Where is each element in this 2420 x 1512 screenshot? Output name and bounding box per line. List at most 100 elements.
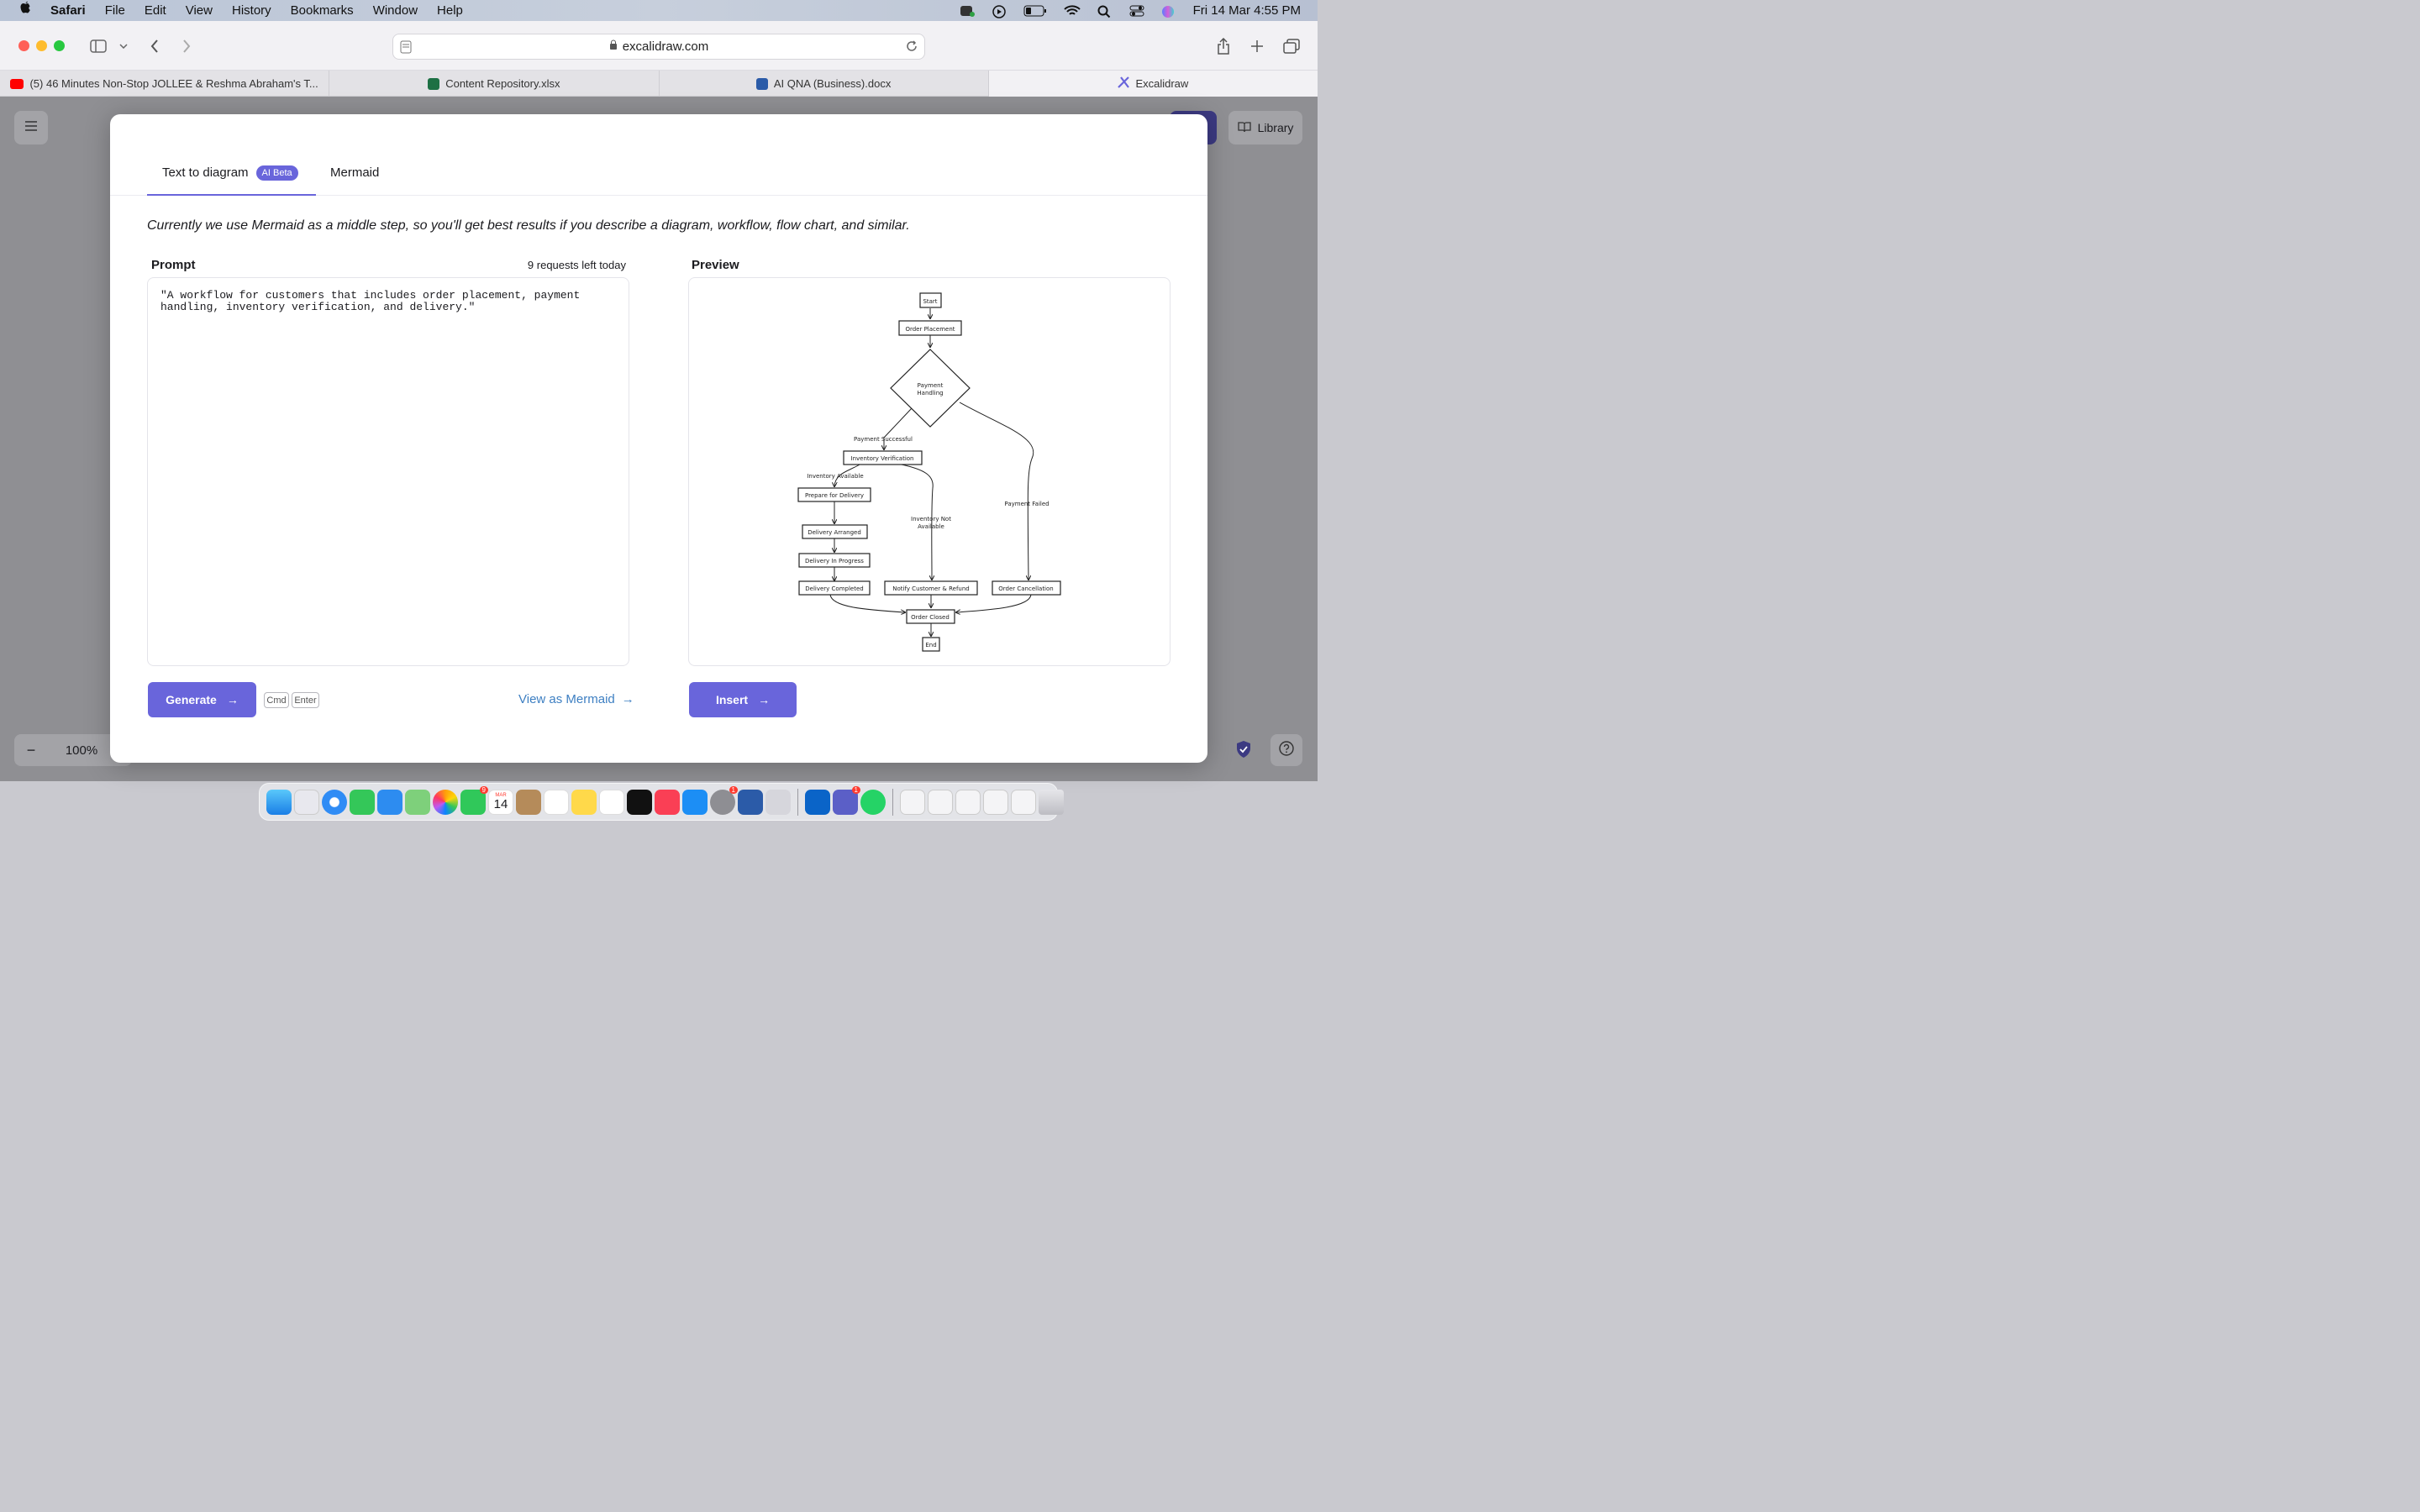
label-order-cancellation: Order Cancellation [998,585,1053,592]
tab-content-repository[interactable]: Content Repository.xlsx [329,71,660,97]
finder-icon[interactable] [266,789,292,815]
edge-cancel-closed [956,594,1032,612]
label-order-closed: Order Closed [911,614,950,621]
view-as-mermaid-label: View as Mermaid [518,692,615,706]
view-as-mermaid-link[interactable]: View as Mermaid → [518,692,634,706]
zoom-window-button[interactable] [54,40,65,51]
excalidraw-icon [1118,76,1130,91]
chevron-down-icon[interactable] [118,35,129,57]
dock-separator [797,788,798,816]
trash-icon[interactable] [1039,789,1064,815]
control-center-icon[interactable] [1129,5,1144,17]
apple-tv-icon[interactable] [627,789,652,815]
teams-icon[interactable]: 1 [833,785,860,815]
iphone-mirroring-icon[interactable] [765,789,791,815]
maps-icon[interactable] [405,789,430,815]
music-icon[interactable] [655,789,680,815]
minimize-window-button[interactable] [36,40,47,51]
app-store-icon[interactable] [682,789,708,815]
facetime-icon[interactable]: 9 [460,785,488,815]
page-menu-icon[interactable] [400,40,412,57]
prompt-input[interactable]: "A workflow for customers that includes … [147,277,629,666]
reload-icon[interactable] [906,40,918,55]
dock-separator [892,788,893,816]
recent-document-icon[interactable] [983,789,1008,815]
menu-app-name[interactable]: Safari [50,3,86,18]
mail-icon[interactable] [377,789,402,815]
reminders-icon[interactable] [544,789,569,815]
tab-label: (5) 46 Minutes Non-Stop JOLLEE & Reshma … [29,77,318,90]
photos-icon[interactable] [433,789,458,815]
main-menu-button[interactable] [14,111,48,144]
back-icon[interactable] [148,35,161,57]
menu-edit[interactable]: Edit [145,3,166,18]
menu-view[interactable]: View [186,3,213,18]
url-text[interactable]: excalidraw.com [623,39,709,54]
menu-window[interactable]: Window [373,3,418,18]
recent-document-icon[interactable] [928,789,953,815]
label-delivery-completed: Delivery Completed [805,585,863,592]
close-window-button[interactable] [18,40,29,51]
menubar-clock[interactable]: Fri 14 Mar 4:55 PM [1193,3,1301,18]
siri-icon[interactable] [1161,5,1176,18]
menu-file[interactable]: File [105,3,125,18]
generate-button[interactable]: Generate → [148,682,256,717]
calendar-day: 14 [493,797,508,811]
label-inventory-verification: Inventory Verification [851,455,914,462]
outlook-icon[interactable] [805,789,830,815]
tab-overview-icon[interactable] [1282,35,1301,57]
notes-icon[interactable] [571,789,597,815]
tab-bar: (5) 46 Minutes Non-Stop JOLLEE & Reshma … [0,71,1318,97]
word-icon [755,77,768,90]
recent-document-icon[interactable] [955,789,981,815]
tab-mermaid[interactable]: Mermaid [330,165,379,180]
spotlight-search-icon[interactable] [1097,5,1113,18]
teams-badge: 1 [851,785,860,794]
label-prepare-for-delivery: Prepare for Delivery [805,492,864,499]
contacts-icon[interactable] [516,789,541,815]
recent-document-icon[interactable] [900,789,925,815]
tab-ai-qna[interactable]: AI QNA (Business).docx [660,71,989,97]
forward-icon[interactable] [180,35,193,57]
whatsapp-icon[interactable] [860,789,886,815]
excel-icon [428,77,440,90]
sidebar-toggle-icon[interactable] [89,35,108,57]
wifi-icon[interactable] [1063,4,1081,17]
tab-youtube[interactable]: (5) 46 Minutes Non-Stop JOLLEE & Reshma … [0,71,330,97]
zoom-out-button[interactable]: − [14,742,48,759]
battery-icon[interactable] [1023,5,1047,17]
system-settings-icon[interactable]: 1 [710,785,738,815]
arrow-right-icon: → [621,692,634,706]
menu-bar: Safari File Edit View History Bookmarks … [0,0,1318,21]
launchpad-icon[interactable] [294,789,319,815]
menu-help[interactable]: Help [437,3,463,18]
recent-document-icon[interactable] [1011,789,1036,815]
address-bar[interactable]: excalidraw.com [392,34,925,60]
lock-icon [609,39,618,54]
help-button[interactable] [1270,734,1302,766]
apple-icon[interactable] [18,1,35,20]
teams-status-icon[interactable] [960,5,975,17]
safari-icon[interactable] [322,789,347,815]
zoom-level[interactable]: 100% [48,743,115,758]
kbd-enter: Enter [292,692,319,708]
new-tab-icon[interactable] [1249,35,1265,57]
tab-text-to-diagram[interactable]: Text to diagram AI Beta [147,165,316,196]
menu-bookmarks[interactable]: Bookmarks [291,3,354,18]
shield-icon[interactable] [1235,740,1252,759]
library-button[interactable]: Library [1228,111,1302,144]
word-icon[interactable] [738,789,763,815]
share-icon[interactable] [1215,35,1232,57]
play-icon[interactable] [992,4,1007,18]
freeform-icon[interactable] [599,789,624,815]
tab-label: Content Repository.xlsx [445,77,560,90]
tab-text-to-diagram-label: Text to diagram [162,165,249,180]
messages-icon[interactable] [350,789,375,815]
calendar-icon[interactable]: MAR 14 [488,789,513,815]
ai-beta-badge: AI Beta [255,165,298,181]
tab-excalidraw[interactable]: Excalidraw [988,71,1318,97]
label-payment-successful: Payment Successful [854,436,913,443]
text-to-diagram-dialog: Text to diagram AI Beta Mermaid Currentl… [110,114,1207,763]
menu-history[interactable]: History [232,3,271,18]
insert-button[interactable]: Insert → [689,682,797,717]
